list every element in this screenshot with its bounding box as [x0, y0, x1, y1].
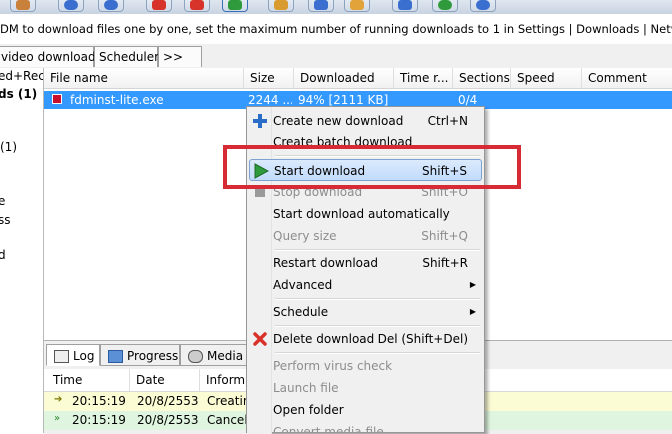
sidebar-item[interactable]: d: [0, 248, 6, 262]
tab-scheduler[interactable]: Scheduler: [94, 46, 159, 67]
about-icon[interactable]: [470, 0, 496, 12]
column-time-remaining[interactable]: Time r...: [394, 68, 453, 88]
menu-item-perform-virus-check[interactable]: Perform virus check: [249, 355, 482, 377]
move-down-icon[interactable]: [308, 0, 334, 12]
menu-item-open-folder[interactable]: Open folder: [249, 399, 482, 421]
log-date: 20/8/2553: [137, 413, 199, 427]
delete-x-icon: [252, 331, 268, 347]
column-time[interactable]: Time: [44, 369, 130, 391]
log-icon: [54, 350, 69, 363]
plus-icon: [252, 113, 268, 129]
start-all-icon[interactable]: [222, 0, 248, 12]
menu-item-schedule[interactable]: Schedule ▶: [249, 301, 482, 323]
cell-file-name: fdminst-lite.exe: [70, 93, 164, 107]
menu-item-create-new-download[interactable]: Create new download Ctrl+N: [249, 110, 482, 132]
tab-progress[interactable]: Progress: [100, 344, 180, 366]
column-sections[interactable]: Sections: [453, 68, 511, 88]
download-status-icon: [52, 94, 62, 104]
toolbar: [0, 0, 672, 14]
tab-log[interactable]: Log: [46, 344, 100, 366]
arrow-icon: ➔: [54, 394, 63, 405]
category-tabs: video downloads Scheduler >>: [0, 44, 672, 69]
help-icon[interactable]: [58, 0, 84, 12]
sidebar-item[interactable]: ss: [0, 213, 11, 227]
progress-icon: [108, 350, 123, 363]
web-icon[interactable]: [392, 0, 418, 12]
log-info: Cancell: [207, 413, 251, 427]
info-text: DM to download files one by one, set the…: [0, 22, 672, 36]
submenu-arrow-icon: ▶: [469, 307, 476, 316]
log-info: Creatin: [207, 394, 251, 408]
menu-separator: [275, 298, 480, 300]
highlight-box: [223, 145, 521, 189]
log-date: 20/8/2553: [137, 394, 199, 408]
menu-separator: [275, 249, 480, 251]
double-arrow-icon: »: [54, 413, 61, 424]
column-downloaded[interactable]: Downloaded: [294, 68, 394, 88]
media-icon: [188, 350, 203, 363]
menu-item-query-size[interactable]: Query size Shift+Q: [249, 225, 482, 247]
settings-icon[interactable]: [344, 0, 370, 12]
sidebar-item[interactable]: ed+Rec: [0, 69, 43, 83]
tab-video-downloads[interactable]: video downloads: [0, 46, 102, 67]
stop-icon[interactable]: [184, 0, 210, 12]
column-speed[interactable]: Speed: [511, 68, 582, 88]
tab-more[interactable]: >>: [158, 46, 202, 67]
list-header: File name Size Downloaded Time r... Sect…: [44, 68, 672, 89]
sidebar-item[interactable]: (1): [0, 140, 17, 154]
menu-separator: [275, 325, 480, 327]
about-icon[interactable]: [432, 0, 458, 12]
sidebar-item[interactable]: ds (1): [0, 87, 37, 101]
column-file-name[interactable]: File name: [44, 68, 244, 88]
menu-item-restart-download[interactable]: Restart download Shift+R: [249, 252, 482, 274]
menu-separator: [275, 352, 480, 354]
menu-item-launch-file[interactable]: Launch file: [249, 377, 482, 399]
log-time: 20:15:19: [72, 413, 126, 427]
help-icon[interactable]: [98, 0, 124, 12]
menu-item-create-batch-download[interactable]: Create batch download: [249, 131, 482, 145]
stop-all-icon[interactable]: [146, 0, 172, 12]
menu-item-advanced[interactable]: Advanced ▶: [249, 274, 482, 296]
options-icon[interactable]: [10, 0, 36, 12]
column-size[interactable]: Size: [244, 68, 294, 88]
sidebar: ed+Rec ds (1) (1) e ss d: [0, 68, 44, 433]
menu-item-convert-media-file[interactable]: Convert media file: [249, 421, 482, 432]
submenu-arrow-icon: ▶: [469, 280, 476, 289]
info-bar: DM to download files one by one, set the…: [0, 14, 672, 44]
column-comment[interactable]: Comment: [582, 68, 672, 88]
menu-item-start-download-automatically[interactable]: Start download automatically: [249, 203, 482, 225]
tab-media[interactable]: Media: [180, 344, 250, 366]
move-up-icon[interactable]: [268, 0, 294, 12]
log-time: 20:15:19: [72, 394, 126, 408]
sidebar-item[interactable]: e: [0, 194, 5, 208]
menu-item-delete-download[interactable]: Delete download Del (Shift+Del): [249, 328, 482, 350]
column-date[interactable]: Date: [130, 369, 200, 391]
